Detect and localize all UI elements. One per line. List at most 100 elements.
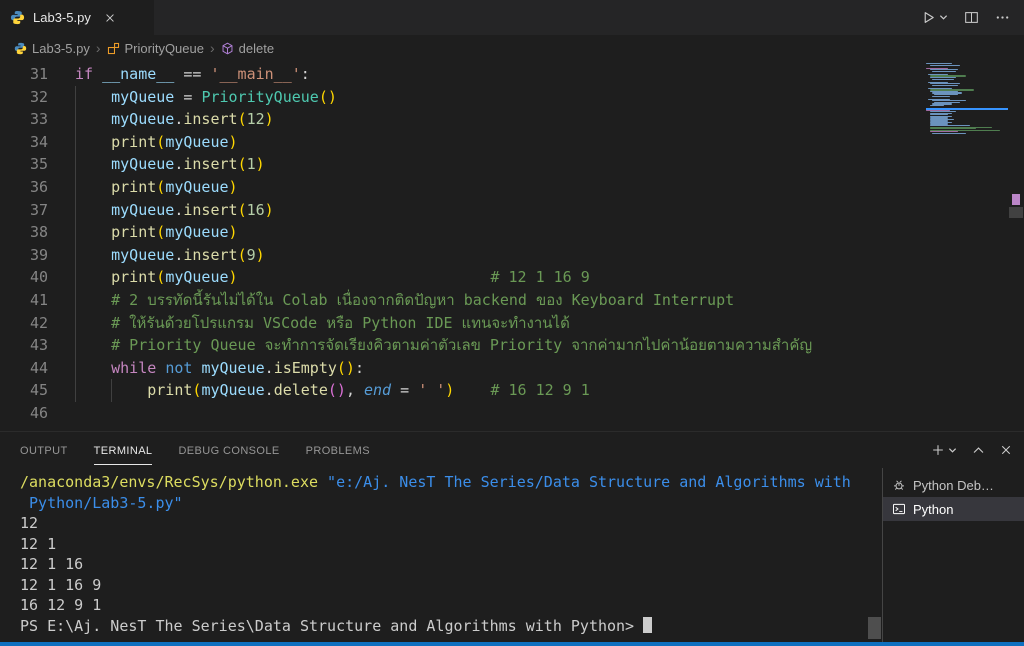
editor-actions [907,0,1024,35]
minimap-code-row [932,133,966,134]
tab-output[interactable]: OUTPUT [20,436,68,465]
code-line[interactable]: 31if __name__ == '__main__': [0,63,924,86]
code-line[interactable]: 38 print(myQueue) [0,221,924,244]
code-line[interactable]: 36 print(myQueue) [0,176,924,199]
indent-guide [75,312,76,335]
launch-profile-chevron-down-icon[interactable] [948,446,957,455]
indent-guide [75,86,76,109]
python-logo-icon [14,42,27,55]
terminal-line: PS E:\Aj. NesT The Series\Data Structure… [20,616,882,637]
minimap[interactable] [926,61,1008,431]
indent-guide [75,108,76,131]
line-number: 42 [0,312,48,335]
tab-terminal[interactable]: TERMINAL [94,436,153,465]
indent-guide [111,379,112,402]
terminal-cursor [643,617,652,633]
split-editor-icon[interactable] [964,10,979,25]
tab-bar-spacer [154,0,907,35]
tab-debug-console[interactable]: DEBUG CONSOLE [178,436,279,465]
line-number: 37 [0,199,48,222]
indent-guide [75,379,76,402]
line-number: 44 [0,357,48,380]
panel-body: /anaconda3/envs/RecSys/python.exe "e:/Aj… [0,468,1024,642]
code-text: myQueue.insert(1) [48,153,924,176]
cube-symbol-icon [221,42,234,55]
code-line[interactable]: 40 print(myQueue) # 12 1 16 9 [0,266,924,289]
minimap-code-row [932,79,954,80]
breadcrumb-method[interactable]: delete [221,41,274,56]
code-area[interactable]: 31if __name__ == '__main__':32 myQueue =… [0,63,924,425]
code-text: while not myQueue.isEmpty(): [48,357,924,380]
minimap-code-row [932,71,956,72]
code-text: myQueue.insert(9) [48,244,924,267]
indent-guide [75,221,76,244]
code-line[interactable]: 34 print(myQueue) [0,131,924,154]
editor-scrollbar-thumb[interactable] [1009,207,1023,218]
bug-icon [892,478,906,492]
editor-tab-bar: Lab3-5.py [0,0,1024,35]
line-number: 45 [0,379,48,402]
terminal-line: 12 1 16 9 [20,575,882,596]
code-line[interactable]: 45 print(myQueue.delete(), end = ' ') # … [0,379,924,402]
line-number: 41 [0,289,48,312]
breadcrumb-method-label: delete [239,41,274,56]
indent-guide [75,131,76,154]
new-terminal-plus-icon[interactable] [931,443,957,457]
run-button[interactable] [921,10,948,25]
breadcrumb-file[interactable]: Lab3-5.py [14,41,90,56]
vscode-window: Lab3-5.py [0,0,1024,646]
indent-guide [75,289,76,312]
code-line[interactable]: 37 myQueue.insert(16) [0,199,924,222]
terminal-line: /anaconda3/envs/RecSys/python.exe "e:/Aj… [20,472,882,493]
close-panel-x-icon[interactable] [1000,444,1012,456]
code-line[interactable]: 33 myQueue.insert(12) [0,108,924,131]
tab-problems[interactable]: PROBLEMS [306,436,370,465]
minimap-code-row [930,105,944,106]
code-line[interactable]: 41 # 2 บรรทัดนี้รันไม่ได้ใน Colab เนื่อง… [0,289,924,312]
panel-header: OUTPUT TERMINAL DEBUG CONSOLE PROBLEMS [0,432,1024,468]
terminal-line: 12 [20,513,882,534]
overview-cursor-marker [1012,194,1020,205]
maximize-panel-chevron-up-icon[interactable] [972,444,985,457]
code-text: print(myQueue) [48,131,924,154]
code-line[interactable]: 32 myQueue = PriorityQueue() [0,86,924,109]
code-text: print(myQueue) # 12 1 16 9 [48,266,924,289]
indent-guide [75,176,76,199]
breadcrumb-separator: › [210,40,215,56]
terminal-line: 12 1 16 [20,554,882,575]
terminal-item-python-debug[interactable]: Python Deb… [883,473,1024,497]
close-tab-icon[interactable] [105,13,115,23]
line-number: 43 [0,334,48,357]
code-line[interactable]: 46 [0,402,924,425]
code-text [48,402,924,425]
terminal-prompt-icon [892,502,906,516]
code-line[interactable]: 42 # ให้รันด้วยโปรแกรม VSCode หรือ Pytho… [0,312,924,335]
code-text: # Priority Queue จะทำการจัดเรียงคิวตามค่… [48,334,924,357]
code-line[interactable]: 35 myQueue.insert(1) [0,153,924,176]
line-number: 40 [0,266,48,289]
breadcrumb-class[interactable]: PriorityQueue [107,41,204,56]
run-dropdown-chevron-down-icon[interactable] [939,13,948,22]
indent-guide [75,357,76,380]
code-text: print(myQueue.delete(), end = ' ') # 16 … [48,379,924,402]
status-bar [0,642,1024,646]
code-editor[interactable]: 31if __name__ == '__main__':32 myQueue =… [0,61,1024,431]
code-text: if __name__ == '__main__': [48,63,924,86]
terminal-item-python[interactable]: Python [883,497,1024,521]
terminal-scrollbar-thumb[interactable] [868,617,881,639]
code-line[interactable]: 43 # Priority Queue จะทำการจัดเรียงคิวตา… [0,334,924,357]
code-line[interactable]: 39 myQueue.insert(9) [0,244,924,267]
code-line[interactable]: 44 while not myQueue.isEmpty(): [0,357,924,380]
indent-guide [75,244,76,267]
overview-ruler [1008,61,1024,431]
code-text: # ให้รันด้วยโปรแกรม VSCode หรือ Python I… [48,312,924,335]
terminal-lines: /anaconda3/envs/RecSys/python.exe "e:/Aj… [20,472,882,636]
indent-guide [75,334,76,357]
more-actions-ellipsis-icon[interactable] [995,10,1010,25]
tab-lab3-5[interactable]: Lab3-5.py [0,0,154,35]
terminal-output[interactable]: /anaconda3/envs/RecSys/python.exe "e:/Aj… [0,468,882,642]
breadcrumb-separator: › [96,40,101,56]
line-number: 46 [0,402,48,425]
minimap-code-row [932,85,958,86]
minimap-code-row [932,96,950,97]
